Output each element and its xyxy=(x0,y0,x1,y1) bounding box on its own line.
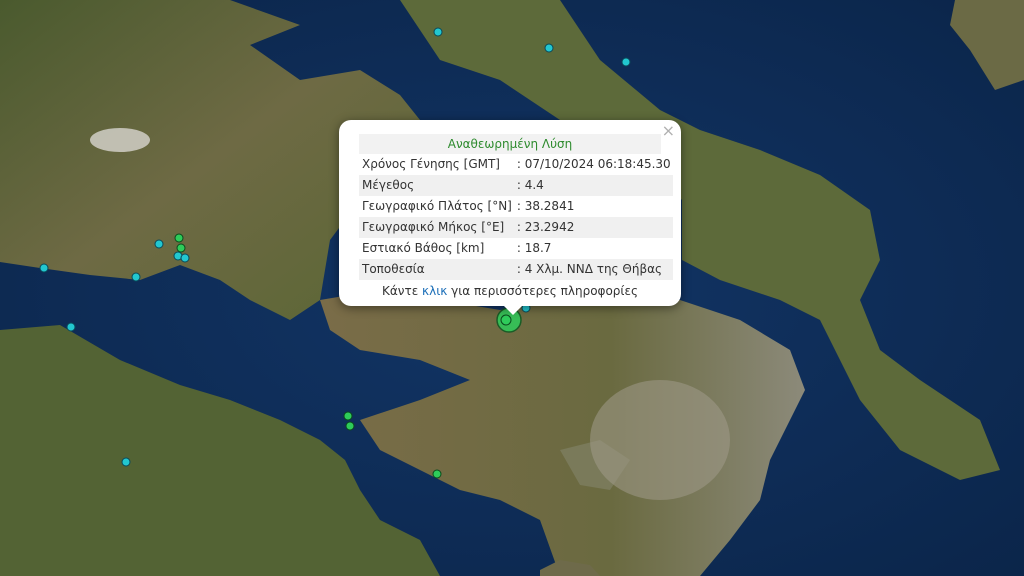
detail-value: : 23.2942 xyxy=(513,217,673,238)
detail-label: Μέγεθος xyxy=(359,175,514,196)
earthquake-marker-icon[interactable] xyxy=(433,27,443,37)
earthquake-details-table: Χρόνος Γένησης [GMT] : 07/10/2024 06:18:… xyxy=(359,154,673,280)
snow-peak xyxy=(90,128,150,152)
athens-urban-area xyxy=(590,380,730,500)
earthquake-marker-icon[interactable] xyxy=(39,263,49,273)
earthquake-marker-icon[interactable] xyxy=(121,457,131,467)
footer-prefix: Κάντε xyxy=(382,284,423,298)
popup-title: Αναθεωρημένη Λύση xyxy=(359,134,661,154)
detail-row-longitude: Γεωγραφικό Μήκος [°E] : 23.2942 xyxy=(359,217,673,238)
earthquake-marker-icon[interactable] xyxy=(343,411,353,421)
footer-suffix: για περισσότερες πληροφορίες xyxy=(447,284,638,298)
detail-row-location: Τοποθεσία : 4 Χλμ. ΝΝΔ της Θήβας xyxy=(359,259,673,280)
earthquake-marker-icon[interactable] xyxy=(544,43,554,53)
earthquake-marker-icon[interactable] xyxy=(180,253,190,263)
detail-value: : 4.4 xyxy=(513,175,673,196)
earthquake-marker-icon[interactable] xyxy=(500,314,512,326)
detail-row-depth: Εστιακό Βάθος [km] : 18.7 xyxy=(359,238,673,259)
earthquake-marker-icon[interactable] xyxy=(174,233,184,243)
close-icon[interactable]: × xyxy=(662,122,675,140)
detail-label: Εστιακό Βάθος [km] xyxy=(362,241,485,255)
earthquake-marker-icon[interactable] xyxy=(66,322,76,332)
earthquake-marker-icon[interactable] xyxy=(131,272,141,282)
earthquake-marker-icon[interactable] xyxy=(432,469,442,479)
detail-row-latitude: Γεωγραφικό Πλάτος [°N] : 38.2841 xyxy=(359,196,673,217)
detail-value: : 4 Χλμ. ΝΝΔ της Θήβας xyxy=(513,259,673,280)
detail-row-magnitude: Μέγεθος : 4.4 xyxy=(359,175,673,196)
earthquake-marker-icon[interactable] xyxy=(176,243,186,253)
popup-footer: Κάντε κλικ για περισσότερες πληροφορίες xyxy=(359,282,661,300)
detail-value: : 18.7 xyxy=(516,241,552,255)
detail-label: Τοποθεσία xyxy=(359,259,514,280)
detail-row-origin-time: Χρόνος Γένησης [GMT] : 07/10/2024 06:18:… xyxy=(359,154,673,175)
detail-label: Γεωγραφικό Μήκος [°E] xyxy=(359,217,514,238)
earthquake-marker-icon[interactable] xyxy=(154,239,164,249)
more-info-link[interactable]: κλικ xyxy=(422,284,447,298)
detail-value: : 07/10/2024 06:18:45.30 xyxy=(516,157,671,171)
earthquake-marker-icon[interactable] xyxy=(345,421,355,431)
detail-value: : 38.2841 xyxy=(516,199,575,213)
detail-label: Γεωγραφικό Πλάτος [°N] xyxy=(362,199,512,213)
detail-label: Χρόνος Γένησης [GMT] xyxy=(362,157,500,171)
earthquake-marker-icon[interactable] xyxy=(621,57,631,67)
earthquake-info-popup: × Αναθεωρημένη Λύση Χρόνος Γένησης [GMT]… xyxy=(339,120,681,315)
